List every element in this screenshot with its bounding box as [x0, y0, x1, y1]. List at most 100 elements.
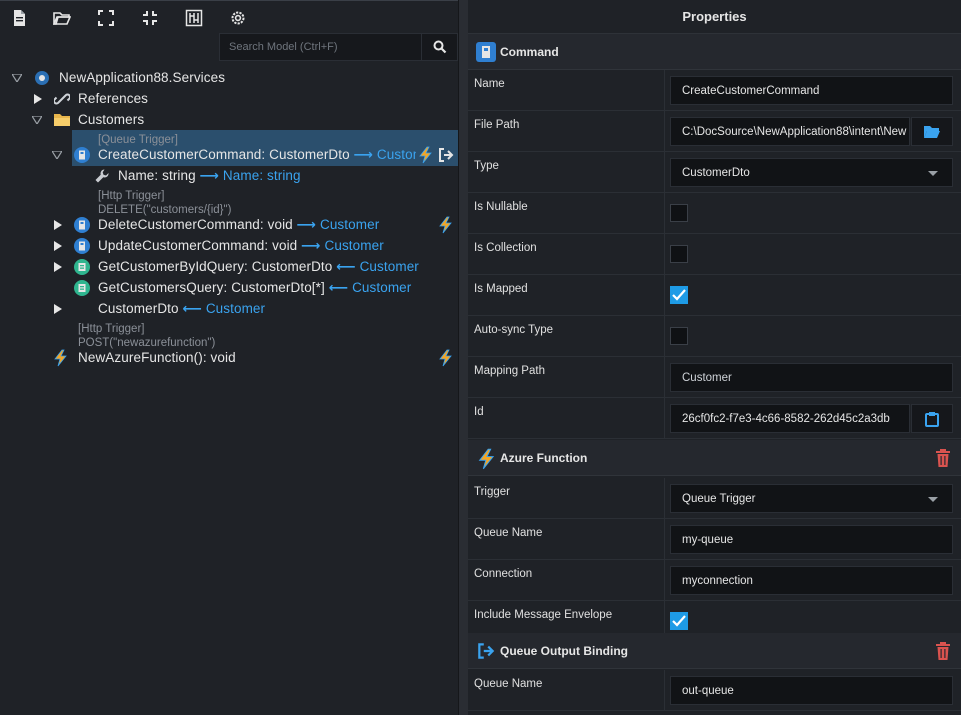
property-row-mapping-path: Mapping Path Customer [468, 357, 961, 398]
tree-item-customers[interactable]: Customers [78, 112, 144, 127]
delete-queue-output-binding-icon[interactable] [935, 642, 951, 660]
queue-name-label: Queue Name [474, 527, 543, 539]
type-select[interactable]: CustomerDto [670, 158, 953, 187]
property-row-is-nullable: Is Nullable [468, 193, 961, 234]
output-binding-icon [476, 641, 496, 661]
mapped-entity-link[interactable]: Customer [324, 238, 383, 253]
file-path-label: File Path [474, 119, 520, 131]
queue-output-binding-section-title: Queue Output Binding [500, 644, 628, 658]
map-arrow-icon: ⟵ [328, 280, 349, 295]
name-field[interactable]: CreateCustomerCommand [670, 76, 953, 105]
connection-field[interactable]: myconnection [670, 566, 953, 595]
auto-sync-type-checkbox[interactable] [670, 327, 688, 345]
expand-arrow-icon[interactable] [53, 241, 63, 251]
attribute-wrench-icon [94, 168, 110, 184]
query-icon [74, 259, 90, 275]
search-input[interactable] [220, 34, 422, 60]
delete-command-name: DeleteCustomerCommand: void [98, 217, 293, 232]
map-arrow-icon: ⟶ [353, 147, 374, 162]
is-collection-label: Is Collection [474, 242, 537, 254]
map-arrow-icon: ⟶ [296, 217, 317, 232]
mapped-entity-link[interactable]: Customer [206, 301, 265, 316]
mapped-attribute-link[interactable]: Name: string [223, 168, 301, 183]
expand-arrow-icon[interactable] [53, 304, 63, 314]
include-message-envelope-checkbox[interactable] [670, 612, 688, 630]
http-trigger-annotation: [Http Trigger] [98, 190, 165, 202]
is-collection-checkbox[interactable] [670, 245, 688, 263]
tree-item-update-customer-command[interactable]: UpdateCustomerCommand: void ⟶ Customer [98, 238, 384, 254]
expand-arrow-icon[interactable] [53, 220, 63, 230]
tree-item-get-customer-by-id-query[interactable]: GetCustomerByIdQuery: CustomerDto ⟵ Cust… [98, 259, 419, 275]
tree-item-delete-customer-command[interactable]: DeleteCustomerCommand: void ⟶ Customer [98, 217, 379, 233]
tree-item-customer-dto[interactable]: CustomerDto ⟵ Customer [98, 301, 265, 317]
azure-function-bolt-icon [417, 146, 435, 164]
connection-label: Connection [474, 568, 533, 580]
property-row-is-collection: Is Collection [468, 234, 961, 275]
http-route-annotation: DELETE("customers/{id}") [98, 204, 232, 216]
name-label: Name [474, 78, 505, 90]
property-row-name: Name CreateCustomerCommand [468, 70, 961, 111]
delete-azure-function-icon[interactable] [935, 449, 951, 467]
is-mapped-label: Is Mapped [474, 283, 528, 295]
chevron-down-icon [928, 171, 938, 176]
toolbar [0, 1, 458, 35]
chevron-down-icon [928, 497, 938, 502]
property-row-output-queue-name: Queue Name out-queue [468, 670, 961, 711]
collapse-arrow-icon[interactable] [52, 150, 62, 160]
id-label: Id [474, 406, 484, 418]
is-nullable-label: Is Nullable [474, 201, 528, 213]
mapping-path-label: Mapping Path [474, 365, 545, 377]
tree-root-label[interactable]: NewApplication88.Services [59, 70, 225, 85]
new-file-icon[interactable] [8, 7, 30, 29]
tree-item-get-customers-query[interactable]: GetCustomersQuery: CustomerDto[*] ⟵ Cust… [98, 280, 411, 296]
azure-function-bolt-icon [476, 448, 496, 470]
expand-arrow-icon[interactable] [33, 94, 43, 104]
property-row-trigger: Trigger Queue Trigger [468, 478, 961, 519]
queue-name-field[interactable]: my-queue [670, 525, 953, 554]
visual-editor-icon[interactable] [183, 7, 205, 29]
file-path-field[interactable]: C:\DocSource\NewApplication88\intent\New [670, 117, 910, 146]
tree-item-create-customer-command[interactable]: CreateCustomerCommand: CustomerDto ⟶ Cus… [98, 147, 416, 163]
trigger-label: Trigger [474, 486, 510, 498]
mapping-path-field[interactable]: Customer [670, 363, 953, 392]
command-section-header[interactable]: Command [468, 34, 961, 70]
tree-item-references[interactable]: References [78, 91, 148, 106]
get-customers-query-name: GetCustomersQuery: CustomerDto[*] [98, 280, 325, 295]
clipboard-icon [925, 411, 939, 427]
queue-trigger-annotation: [Queue Trigger] [98, 134, 178, 146]
mapped-entity-link[interactable]: Customer [352, 280, 411, 295]
trigger-select[interactable]: Queue Trigger [670, 484, 953, 513]
copy-id-button[interactable] [911, 404, 953, 433]
azure-function-section-header[interactable]: Azure Function [468, 440, 961, 476]
pane-splitter[interactable] [458, 0, 468, 715]
command-icon [74, 147, 90, 163]
is-nullable-checkbox[interactable] [670, 204, 688, 222]
tree-item-new-azure-function[interactable]: NewAzureFunction(): void [78, 350, 236, 365]
is-mapped-checkbox[interactable] [670, 286, 688, 304]
mapped-entity-link[interactable]: Customer [377, 147, 416, 162]
property-row-is-mapped: Is Mapped [468, 275, 961, 316]
collapse-icon[interactable] [139, 7, 161, 29]
expand-arrow-icon[interactable] [53, 262, 63, 272]
search-icon[interactable] [421, 34, 457, 60]
settings-icon[interactable] [227, 7, 249, 29]
property-row-auto-sync-type: Auto-sync Type [468, 316, 961, 357]
property-row-id: Id 26cf0fc2-f7e3-4c66-8582-262d45c2a3db [468, 398, 961, 439]
folder-icon [53, 112, 70, 128]
browse-folder-button[interactable] [911, 117, 953, 146]
output-queue-name-field[interactable]: out-queue [670, 676, 953, 705]
collapse-arrow-icon[interactable] [12, 73, 22, 83]
property-row-file-path: File Path C:\DocSource\NewApplication88\… [468, 111, 961, 152]
expand-icon[interactable] [95, 7, 117, 29]
properties-title: Properties [468, 0, 961, 34]
open-folder-icon[interactable] [51, 7, 73, 29]
id-field[interactable]: 26cf0fc2-f7e3-4c66-8582-262d45c2a3db [670, 404, 910, 433]
mapped-entity-link[interactable]: Customer [360, 259, 419, 274]
mapped-entity-link[interactable]: Customer [320, 217, 379, 232]
type-select-value: CustomerDto [682, 166, 750, 179]
queue-output-binding-section-header[interactable]: Queue Output Binding [468, 633, 961, 669]
collapse-arrow-icon[interactable] [32, 115, 42, 125]
type-label: Type [474, 160, 499, 172]
tree-item-name-attribute[interactable]: Name: string ⟶ Name: string [118, 168, 301, 184]
property-row-queue-name: Queue Name my-queue [468, 519, 961, 560]
